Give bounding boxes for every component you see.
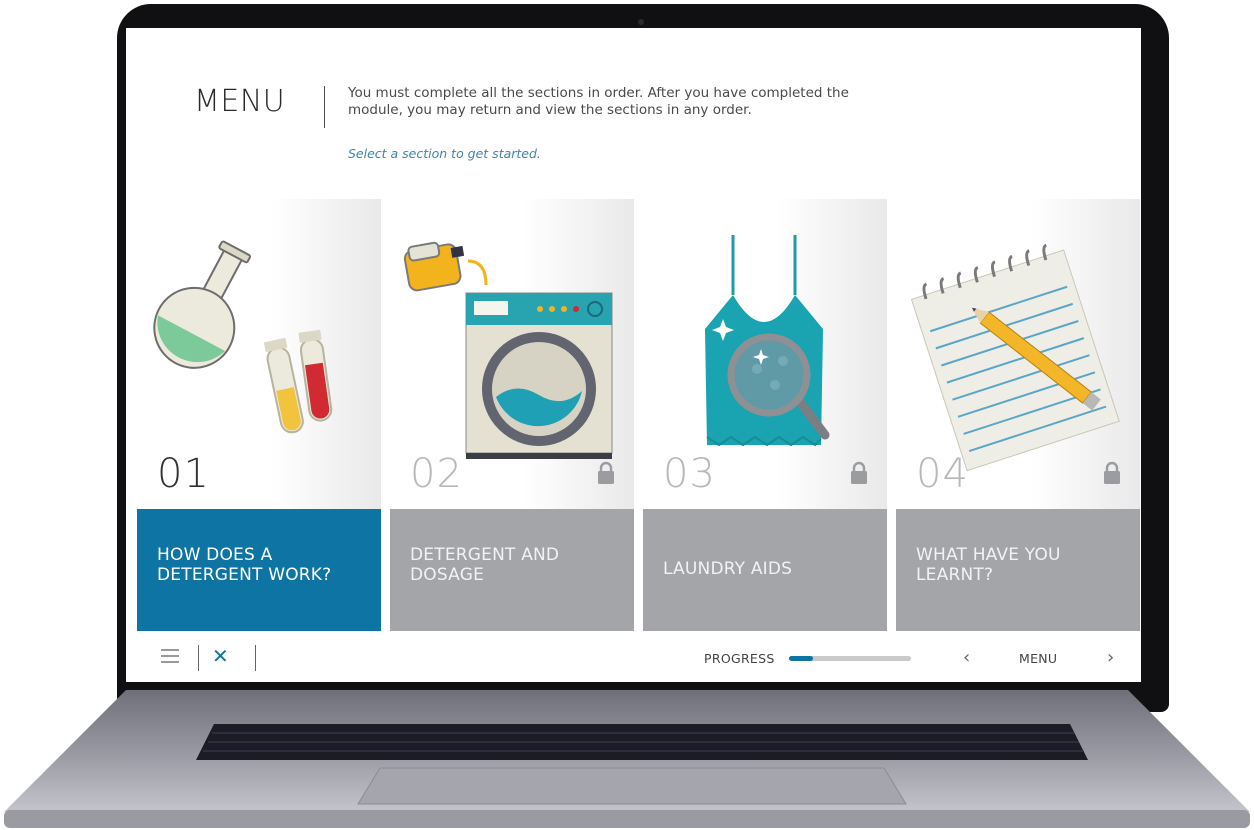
laptop-base [4, 690, 1250, 828]
menu-button[interactable]: MENU [1019, 651, 1057, 666]
webcam-icon [638, 19, 644, 25]
section-title: LAUNDRY AIDS [643, 509, 887, 631]
close-icon[interactable]: ✕ [212, 643, 229, 669]
previous-button[interactable]: ‹ [963, 647, 970, 668]
section-number: 02 [410, 451, 463, 497]
section-card-02[interactable]: 02 DETERGENT AND DOSAGE [390, 199, 634, 631]
section-number: 04 [916, 451, 969, 497]
section-title: DETERGENT AND DOSAGE [390, 509, 634, 631]
footer-bar: ✕ PROGRESS ‹ MENU › [137, 631, 1141, 682]
progress-label: PROGRESS [704, 651, 775, 666]
footer-divider [198, 645, 199, 671]
next-button[interactable]: › [1107, 647, 1114, 668]
section-card-04[interactable]: 04 WHAT HAVE YOU LEARNT? [896, 199, 1140, 631]
lock-icon [851, 461, 867, 484]
hint-text: Select a section to get started. [348, 146, 541, 161]
page-title: MENU [194, 84, 286, 119]
progress-bar [789, 656, 911, 661]
lock-icon [1104, 461, 1120, 484]
instructions-text: You must complete all the sections in or… [348, 85, 849, 118]
footer-divider [255, 645, 256, 671]
lock-icon [598, 461, 614, 484]
hamburger-menu-icon[interactable] [161, 649, 179, 663]
section-number: 03 [663, 451, 716, 497]
section-number: 01 [157, 451, 210, 497]
section-title: WHAT HAVE YOU LEARNT? [896, 509, 1140, 631]
section-cards: 01 HOW DOES A DETERGENT WORK? 02 DETERGE… [137, 199, 1141, 631]
section-title: HOW DOES A DETERGENT WORK? [137, 509, 381, 631]
section-card-03[interactable]: 03 LAUNDRY AIDS [643, 199, 887, 631]
section-card-01[interactable]: 01 HOW DOES A DETERGENT WORK? [137, 199, 381, 631]
app-screen: MENU You must complete all the sections … [126, 28, 1141, 682]
progress-bar-fill [789, 656, 814, 661]
title-divider [324, 86, 325, 128]
